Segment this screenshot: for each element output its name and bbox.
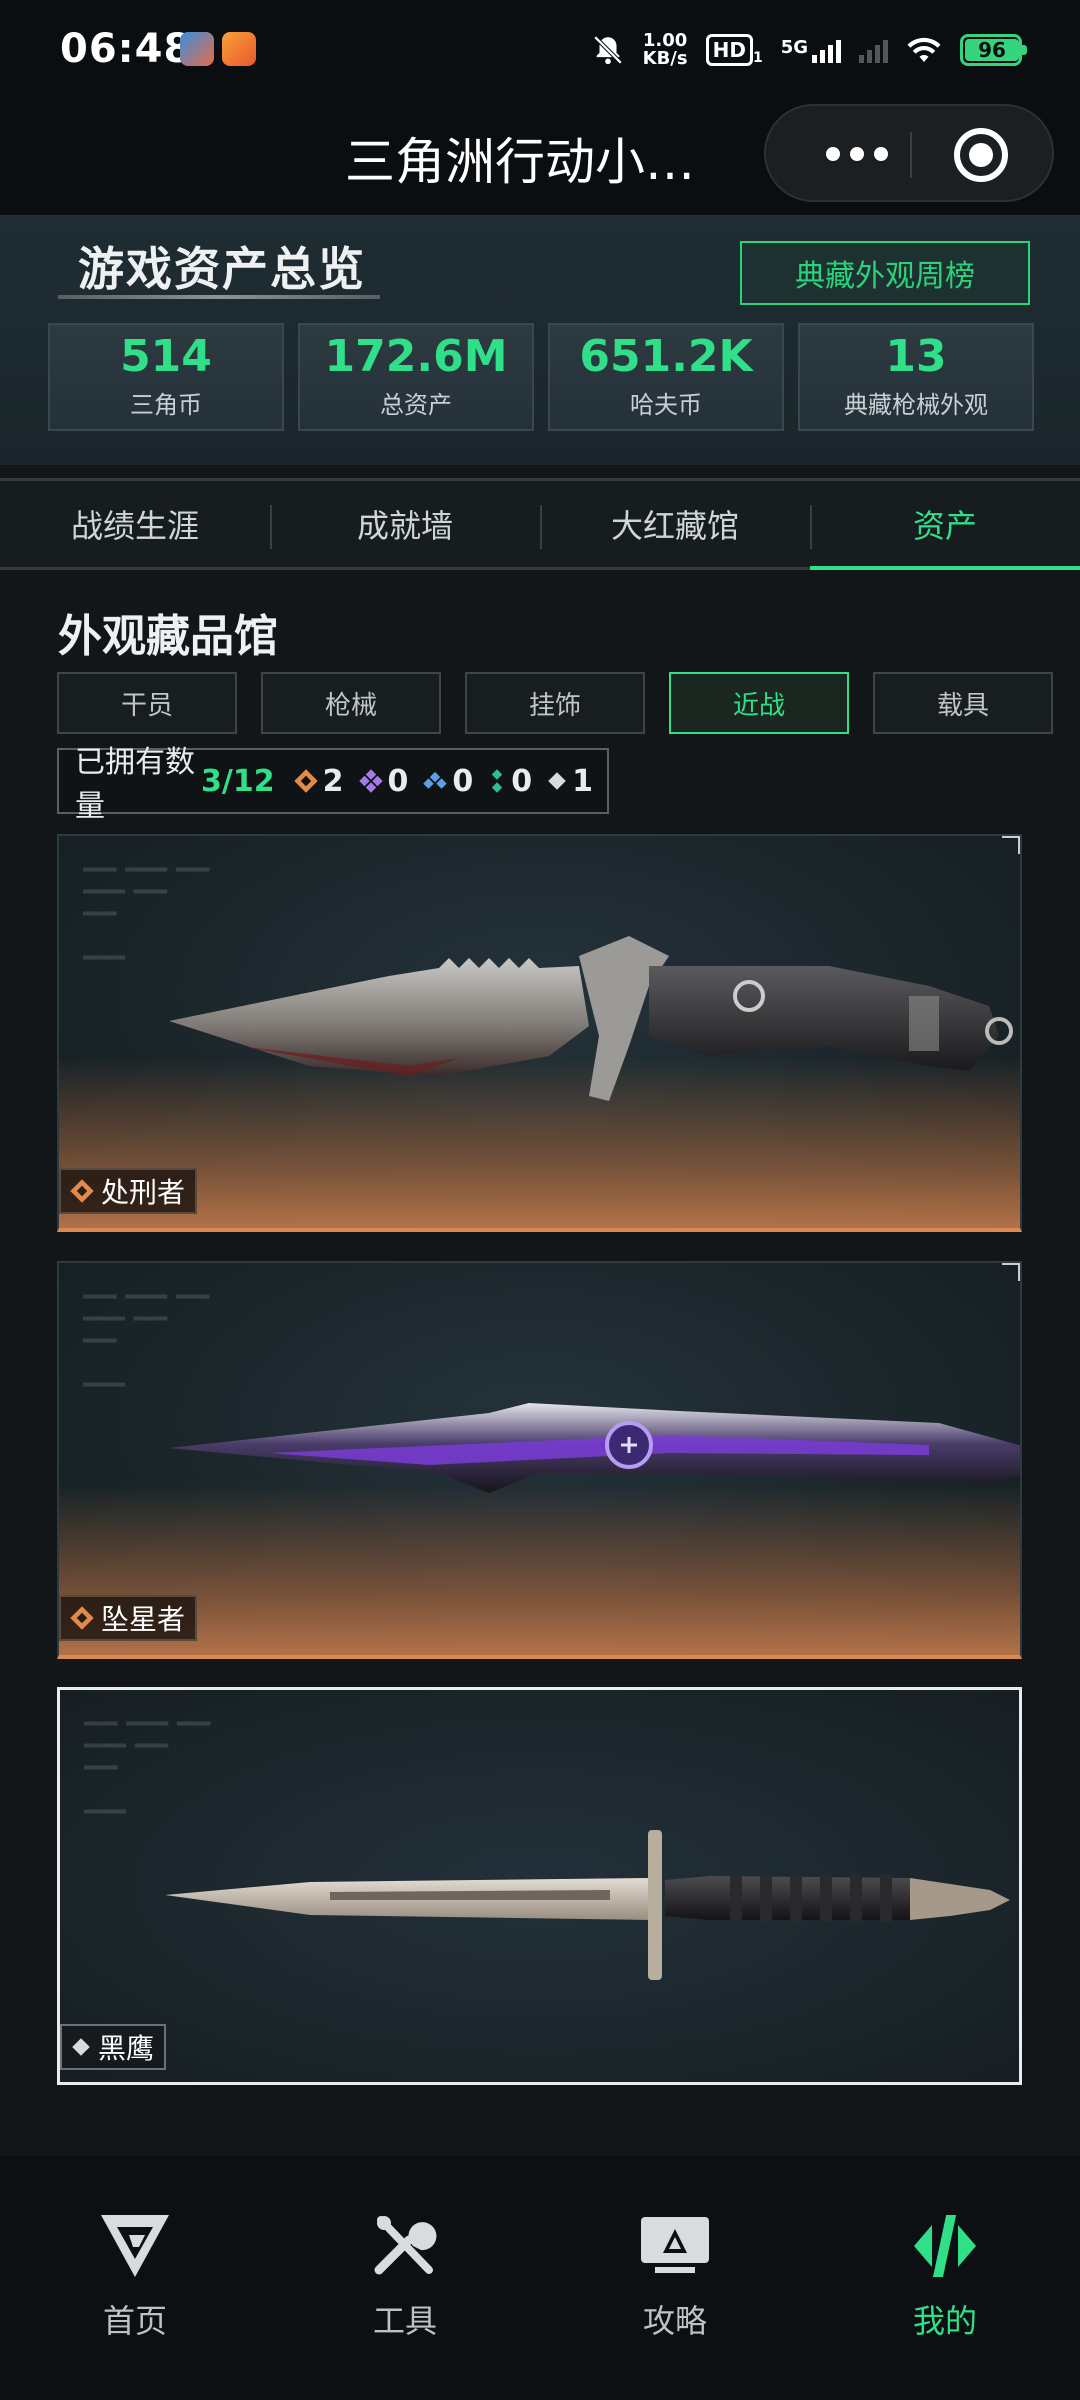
weekly-ranking-button[interactable]: 典藏外观周榜	[740, 241, 1030, 305]
owned-count-bar: 已拥有数量 3/12 2 0 0 0 1	[57, 745, 609, 824]
network-type: 5G	[780, 37, 808, 58]
purple-diamond-icon	[358, 769, 383, 793]
stat-card-gun-skins: 13 典藏枪械外观	[798, 323, 1034, 431]
tab-career[interactable]: 战绩生涯	[0, 481, 270, 567]
chip-guns[interactable]: 枪械	[261, 672, 441, 734]
bottom-navigation: 首页 工具 攻略 我的	[0, 2156, 1080, 2400]
tools-icon	[367, 2208, 443, 2284]
capsule-divider	[910, 132, 912, 178]
corner-mark	[1002, 1263, 1020, 1281]
star-faller-knife-image	[169, 1403, 1020, 1493]
status-time: 06:48	[60, 26, 193, 72]
tab-assets[interactable]: 资产	[810, 481, 1080, 570]
owned-ratio: 3/12	[201, 763, 275, 799]
rarity-orange: 2	[293, 764, 344, 799]
chip-vehicles[interactable]: 载具	[873, 672, 1053, 734]
corner-mark	[1002, 836, 1020, 854]
close-button[interactable]	[954, 128, 1008, 182]
category-chips: 干员 枪械 挂饰 近战 载具	[57, 672, 1053, 734]
hd-badge: HD	[705, 34, 753, 66]
item-card-black-hawk[interactable]: ▬▬▬▬ ▬▬▬▬▬ ▬▬▬▬ ▬▬▬▬▬ ▬▬▬▬ ▬▬▬▬ ▬▬▬▬▬ 黑鹰	[57, 1687, 1022, 2085]
item-card-star-faller[interactable]: ▬▬▬▬ ▬▬▬▬▬ ▬▬▬▬ ▬▬▬▬▬ ▬▬▬▬ ▬▬▬▬ ▬▬▬▬▬ 坠星者	[57, 1261, 1022, 1659]
item-name-tag: 黑鹰	[60, 2024, 167, 2070]
executioner-knife-image	[169, 936, 1013, 1101]
stat-card-haf-coins: 651.2K 哈夫币	[548, 323, 784, 431]
more-button[interactable]	[802, 134, 912, 174]
nav-tools[interactable]: 工具	[270, 2156, 540, 2400]
stat-card-coins: 514 三角币	[48, 323, 284, 431]
battery-icon: 96	[960, 34, 1027, 66]
signal-icon	[812, 37, 841, 63]
chip-melee[interactable]: 近战	[669, 672, 849, 734]
asset-overview: 游戏资产总览 典藏外观周榜 514 三角币 172.6M 总资产 651.2K …	[0, 215, 1080, 465]
guide-icon	[637, 2208, 713, 2284]
title-underline	[58, 295, 380, 299]
tab-red-collection[interactable]: 大红藏馆	[540, 481, 810, 567]
owned-label: 已拥有数量	[75, 745, 195, 824]
net-speed: 1.00 KB/s	[642, 30, 688, 69]
rarity-green: 0	[487, 764, 532, 799]
signal-2-icon	[859, 37, 888, 63]
rarity-purple: 0	[358, 764, 408, 799]
miniprogram-capsule	[764, 104, 1054, 202]
green-diamond-icon	[492, 769, 503, 793]
item-card-executioner[interactable]: ▬▬▬▬ ▬▬▬▬▬ ▬▬▬▬ ▬▬▬▬▬ ▬▬▬▬ ▬▬▬▬ ▬▬▬▬▬ 处刑者	[57, 834, 1022, 1232]
white-diamond-icon	[72, 2038, 90, 2056]
profile-tabs: 战绩生涯 成就墙 大红藏馆 资产	[0, 478, 1080, 570]
chip-operators[interactable]: 干员	[57, 672, 237, 734]
rarity-white: 1	[546, 764, 593, 799]
nav-guide[interactable]: 攻略	[540, 2156, 810, 2400]
stat-card-total-assets: 172.6M 总资产	[298, 323, 534, 431]
mute-bell-icon	[593, 35, 622, 65]
orange-diamond-icon	[70, 1606, 94, 1630]
stats-row: 514 三角币 172.6M 总资产 651.2K 哈夫币 13 典藏枪械外观	[48, 323, 1034, 431]
blue-diamond-icon	[423, 771, 448, 789]
item-name-tag: 处刑者	[59, 1168, 198, 1214]
white-diamond-icon	[548, 772, 566, 790]
weather-app-icon	[180, 32, 214, 66]
overview-title: 游戏资产总览	[78, 242, 366, 296]
black-hawk-knife-image	[165, 1830, 1010, 1980]
status-bar: 06:48 1.00 KB/s HD 1 5G 96	[0, 0, 1080, 100]
title-bar: 三角洲行动小…	[0, 100, 1080, 215]
profile-logo-icon	[907, 2208, 983, 2284]
home-logo-icon	[97, 2208, 173, 2284]
nav-home[interactable]: 首页	[0, 2156, 270, 2400]
chip-charms[interactable]: 挂饰	[465, 672, 645, 734]
wifi-icon	[907, 37, 941, 62]
status-icons: 1.00 KB/s HD 1 5G 96	[591, 28, 1027, 72]
rarity-blue: 0	[422, 764, 473, 799]
section-title: 外观藏品馆	[58, 611, 278, 662]
tab-achievements[interactable]: 成就墙	[270, 481, 540, 567]
shopping-app-icon	[222, 32, 256, 66]
orange-diamond-icon	[293, 769, 318, 793]
item-name-tag: 坠星者	[59, 1595, 198, 1641]
orange-diamond-icon	[70, 1179, 94, 1203]
nav-profile[interactable]: 我的	[810, 2156, 1080, 2400]
